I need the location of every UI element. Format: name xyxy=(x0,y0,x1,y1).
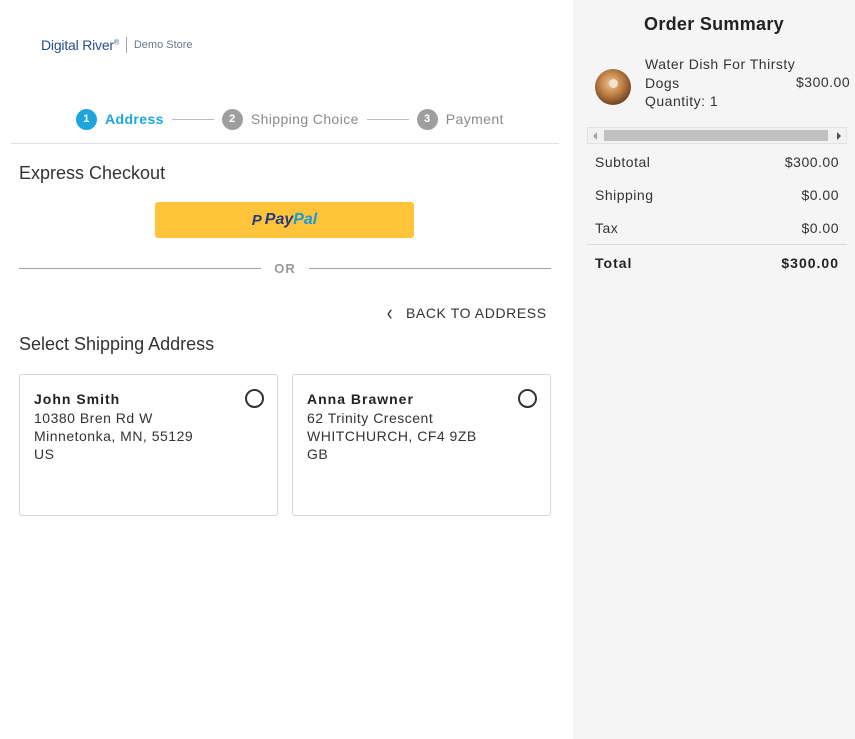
tax-label: Tax xyxy=(595,220,619,236)
step-label: Address xyxy=(105,111,164,127)
store-logo[interactable]: Digital River® Demo Store xyxy=(41,37,193,53)
order-summary-panel xyxy=(573,0,855,739)
product-quantity: Quantity: 1 xyxy=(645,93,719,109)
address-country: US xyxy=(34,446,55,462)
order-summary-title: Order Summary xyxy=(644,14,784,34)
address-card-john-smith[interactable]: John Smith 10380 Bren Rd W Minnetonka, M… xyxy=(19,374,278,516)
address-name: John Smith xyxy=(34,391,121,407)
store-name: Demo Store xyxy=(133,39,193,51)
address-line-2: Minnetonka, MN, 55129 xyxy=(34,428,194,444)
shipping-value: $0.00 xyxy=(801,187,839,203)
logo-divider xyxy=(125,37,127,53)
or-line-right xyxy=(309,268,551,269)
back-link-label: BACK TO ADDRESS xyxy=(405,305,547,321)
address-line-2: WHITCHURCH, CF4 9ZB xyxy=(307,428,477,444)
select-shipping-title: Select Shipping Address xyxy=(19,334,215,354)
subtotal-value: $300.00 xyxy=(784,154,839,170)
step-connector xyxy=(171,118,214,120)
summary-divider xyxy=(587,244,847,245)
horizontal-scrollbar[interactable] xyxy=(587,127,847,144)
step-number: 2 xyxy=(221,108,243,130)
paypal-button[interactable]: P Pay Pal xyxy=(155,202,414,238)
step-number: 1 xyxy=(76,108,97,130)
paypal-pay-text: Pay xyxy=(264,211,294,228)
chevron-left-icon: ‹ xyxy=(386,300,394,325)
total-label: Total xyxy=(595,255,633,271)
subtotal-row: Subtotal $300.00 xyxy=(595,154,839,170)
shipping-label: Shipping xyxy=(595,187,654,203)
or-separator: OR xyxy=(19,261,551,277)
shipping-row: Shipping $0.00 xyxy=(595,187,839,203)
step-number: 3 xyxy=(416,108,438,130)
subtotal-label: Subtotal xyxy=(595,154,651,170)
total-value: $300.00 xyxy=(781,255,839,271)
address-country: GB xyxy=(307,446,329,462)
product-thumbnail xyxy=(595,69,631,105)
scroll-right-icon[interactable] xyxy=(837,132,841,140)
tax-row: Tax $0.00 xyxy=(595,220,839,236)
scroll-left-icon[interactable] xyxy=(593,132,597,140)
step-label: Payment xyxy=(445,111,504,127)
checkout-main: Digital River® Demo Store 1 Address 2 Sh… xyxy=(0,0,573,739)
total-row: Total $300.00 xyxy=(595,255,839,271)
address-radio[interactable] xyxy=(245,389,264,408)
step-address[interactable]: 1 Address xyxy=(76,108,164,130)
paypal-icon: P xyxy=(251,211,262,229)
paypal-pal-text: Pal xyxy=(293,211,318,228)
step-label: Shipping Choice xyxy=(250,111,359,127)
address-card-anna-brawner[interactable]: Anna Brawner 62 Trinity Crescent WHITCHU… xyxy=(292,374,551,516)
step-payment[interactable]: 3 Payment xyxy=(416,108,504,130)
scrollbar-thumb[interactable] xyxy=(604,130,828,141)
checkout-stepper: 1 Address 2 Shipping Choice 3 Payment xyxy=(76,108,504,130)
product-name: Water Dish For Thirsty Dogs xyxy=(645,56,796,91)
address-name: Anna Brawner xyxy=(307,391,414,407)
stepper-divider xyxy=(11,143,559,144)
address-line-1: 62 Trinity Crescent xyxy=(307,410,434,426)
address-radio[interactable] xyxy=(518,389,537,408)
tax-value: $0.00 xyxy=(801,220,839,236)
step-shipping-choice[interactable]: 2 Shipping Choice xyxy=(221,108,359,130)
back-to-address-link[interactable]: ‹ BACK TO ADDRESS xyxy=(386,300,547,325)
brand-name: Digital River® xyxy=(41,37,119,53)
product-price: $300.00 xyxy=(796,74,851,90)
address-line-1: 10380 Bren Rd W xyxy=(34,410,153,426)
express-checkout-title: Express Checkout xyxy=(19,163,166,183)
step-connector xyxy=(366,118,409,120)
